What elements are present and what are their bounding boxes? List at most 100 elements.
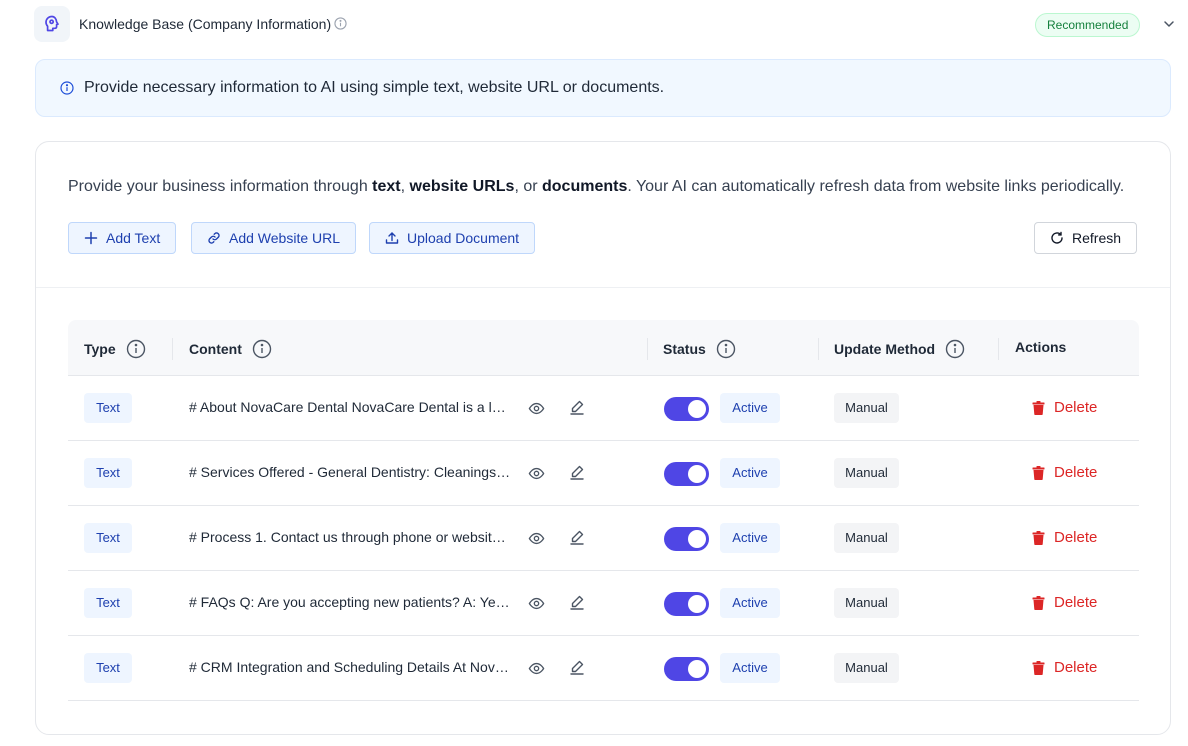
eye-icon[interactable] xyxy=(528,660,545,682)
toggle-knob xyxy=(688,660,706,678)
column-separator xyxy=(647,338,648,360)
status-toggle[interactable] xyxy=(664,527,709,551)
update-method-badge: Manual xyxy=(834,588,899,618)
table-row: Text # CRM Integration and Scheduling De… xyxy=(68,636,1139,701)
pencil-icon[interactable] xyxy=(569,594,585,615)
status-badge: Active xyxy=(720,393,780,423)
eye-icon[interactable] xyxy=(528,400,545,422)
delete-label: Delete xyxy=(1054,529,1098,546)
recommended-badge: Recommended xyxy=(1035,13,1141,37)
column-header-actions: Actions xyxy=(1015,339,1066,355)
status-badge: Active xyxy=(720,458,780,488)
pencil-icon[interactable] xyxy=(569,399,585,420)
add-text-button[interactable]: Add Text xyxy=(68,222,177,254)
trash-icon xyxy=(1032,400,1045,415)
banner-text: Provide necessary information to AI usin… xyxy=(84,79,665,96)
eye-icon[interactable] xyxy=(528,530,545,552)
status-toggle[interactable] xyxy=(664,462,709,486)
content-preview: # Process 1. Contact us through phone or… xyxy=(189,529,511,545)
info-icon[interactable] xyxy=(126,339,146,359)
content-preview: # FAQs Q: Are you accepting new patients… xyxy=(189,594,511,610)
status-toggle[interactable] xyxy=(664,657,709,681)
info-icon[interactable] xyxy=(252,339,272,359)
divider xyxy=(36,287,1170,288)
column-separator xyxy=(818,338,819,360)
content-preview: # Services Offered - General Dentistry: … xyxy=(189,464,511,480)
plus-icon xyxy=(84,231,98,245)
intro-text: Provide your business information throug… xyxy=(68,178,373,195)
toggle-knob xyxy=(688,400,706,418)
card-intro: Provide your business information throug… xyxy=(68,178,1124,196)
column-separator xyxy=(172,338,173,360)
eye-icon[interactable] xyxy=(528,595,545,617)
intro-text: , xyxy=(400,178,410,195)
column-separator xyxy=(998,338,999,360)
table-row: Text # Services Offered - General Dentis… xyxy=(68,441,1139,506)
add-website-url-button[interactable]: Add Website URL xyxy=(191,222,357,254)
pencil-icon[interactable] xyxy=(569,464,585,485)
chevron-down-icon[interactable] xyxy=(1162,17,1176,36)
table-row: Text # Process 1. Contact us through pho… xyxy=(68,506,1139,571)
upload-icon xyxy=(385,232,399,244)
delete-button[interactable]: Delete xyxy=(1032,659,1097,676)
intro-bold-text: text xyxy=(372,178,401,195)
knowledge-card: Provide your business information throug… xyxy=(35,141,1171,735)
status-toggle[interactable] xyxy=(664,397,709,421)
info-icon[interactable] xyxy=(716,339,736,359)
delete-label: Delete xyxy=(1054,464,1098,481)
update-method-badge: Manual xyxy=(834,653,899,683)
section-header[interactable]: Knowledge Base (Company Information) Rec… xyxy=(34,6,1184,42)
trash-icon xyxy=(1032,660,1045,675)
column-label: Content xyxy=(189,341,242,357)
toggle-knob xyxy=(688,595,706,613)
info-banner: Provide necessary information to AI usin… xyxy=(35,59,1171,117)
delete-button[interactable]: Delete xyxy=(1032,594,1097,611)
refresh-label: Refresh xyxy=(1072,230,1122,246)
trash-icon xyxy=(1032,465,1045,480)
status-toggle[interactable] xyxy=(664,592,709,616)
delete-button[interactable]: Delete xyxy=(1032,529,1097,546)
status-badge: Active xyxy=(720,523,780,553)
info-icon xyxy=(60,81,74,100)
info-icon[interactable] xyxy=(945,339,965,359)
toggle-knob xyxy=(688,530,706,548)
brain-head-icon xyxy=(34,6,70,42)
column-header-content: Content xyxy=(189,339,272,359)
intro-text: . Your AI can automatically refresh data… xyxy=(627,178,1125,195)
type-badge: Text xyxy=(84,588,132,618)
refresh-icon xyxy=(1051,231,1063,244)
table-row: Text # FAQs Q: Are you accepting new pat… xyxy=(68,571,1139,636)
eye-icon[interactable] xyxy=(528,465,545,487)
column-header-update-method: Update Method xyxy=(834,339,965,359)
pencil-icon[interactable] xyxy=(569,659,585,680)
column-label: Update Method xyxy=(834,341,936,357)
intro-bold-documents: documents xyxy=(542,178,628,195)
type-badge: Text xyxy=(84,458,132,488)
delete-button[interactable]: Delete xyxy=(1032,464,1097,481)
delete-label: Delete xyxy=(1054,659,1098,676)
content-preview: # About NovaCare Dental NovaCare Dental … xyxy=(189,399,511,415)
delete-label: Delete xyxy=(1054,594,1098,611)
table-header: Type Content Status Update Method Action… xyxy=(68,320,1139,376)
column-header-status: Status xyxy=(663,339,736,359)
upload-document-button[interactable]: Upload Document xyxy=(369,222,536,254)
delete-button[interactable]: Delete xyxy=(1032,399,1097,416)
column-label: Status xyxy=(663,341,706,357)
update-method-badge: Manual xyxy=(834,393,899,423)
refresh-button[interactable]: Refresh xyxy=(1034,222,1138,254)
type-badge: Text xyxy=(84,653,132,683)
delete-label: Delete xyxy=(1054,399,1098,416)
info-icon[interactable] xyxy=(334,17,347,35)
intro-bold-urls: website URLs xyxy=(409,178,515,195)
status-badge: Active xyxy=(720,653,780,683)
link-icon xyxy=(208,232,220,244)
pencil-icon[interactable] xyxy=(569,529,585,550)
column-label: Actions xyxy=(1015,339,1067,355)
toggle-knob xyxy=(688,465,706,483)
column-label: Type xyxy=(84,341,116,357)
content-preview: # CRM Integration and Scheduling Details… xyxy=(189,659,511,675)
add-text-label: Add Text xyxy=(106,230,161,246)
update-method-badge: Manual xyxy=(834,523,899,553)
trash-icon xyxy=(1032,595,1045,610)
add-website-url-label: Add Website URL xyxy=(229,230,341,246)
